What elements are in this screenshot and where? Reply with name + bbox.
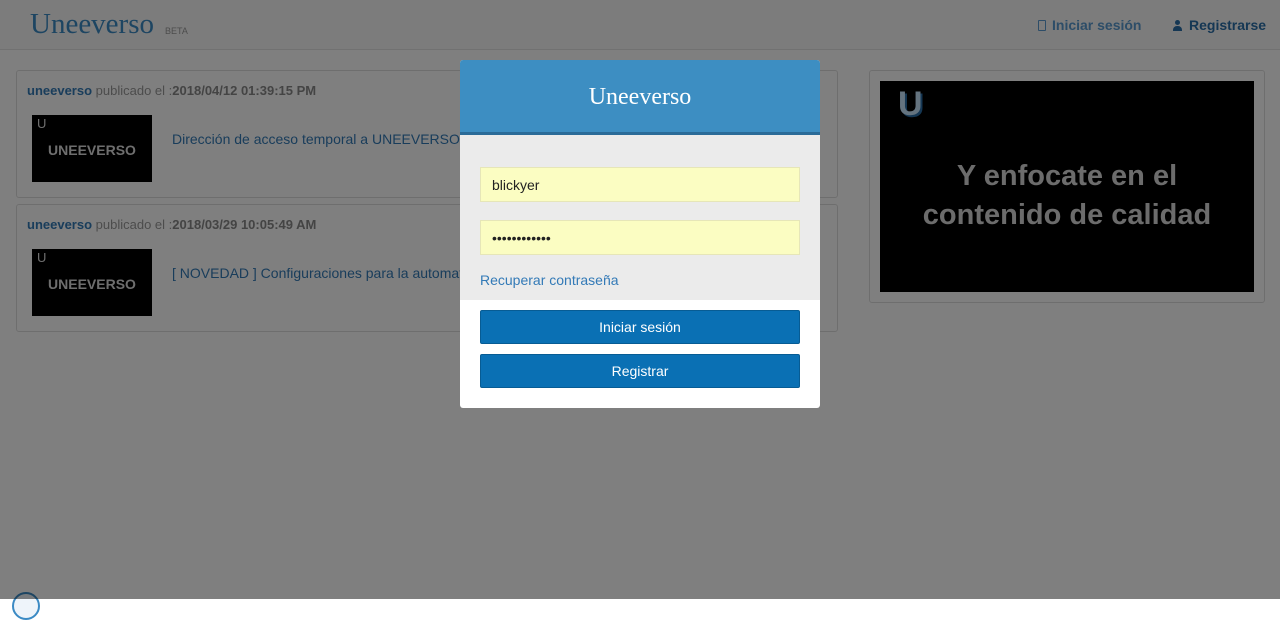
modal-body: Recuperar contraseña bbox=[460, 135, 820, 300]
login-modal: Uneeverso Recuperar contraseña Iniciar s… bbox=[460, 60, 820, 408]
recover-password-link[interactable]: Recuperar contraseña bbox=[480, 272, 619, 288]
username-input[interactable] bbox=[480, 167, 800, 202]
password-input[interactable] bbox=[480, 220, 800, 255]
login-button[interactable]: Iniciar sesión bbox=[480, 310, 800, 344]
modal-header: Uneeverso bbox=[460, 60, 820, 135]
register-button[interactable]: Registrar bbox=[480, 354, 800, 388]
modal-title: Uneeverso bbox=[588, 84, 692, 110]
